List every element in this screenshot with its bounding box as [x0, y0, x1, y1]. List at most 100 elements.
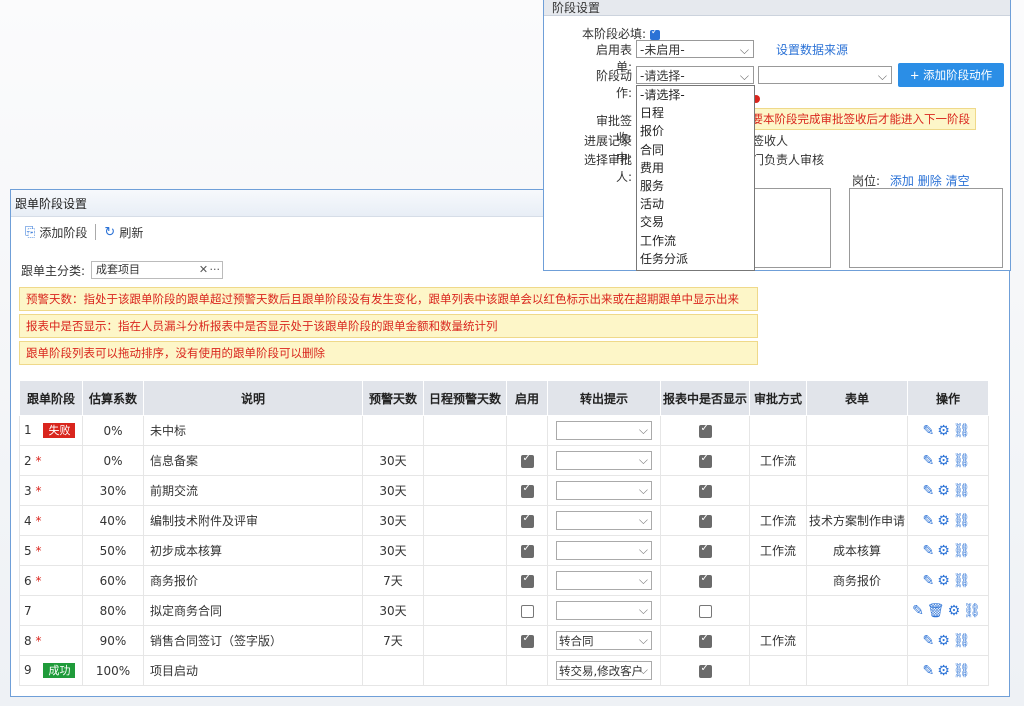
row-actions-icons[interactable]: ✎⚙⛓ — [922, 543, 973, 559]
enable-checkbox[interactable] — [520, 573, 534, 588]
enable-cell — [506, 595, 548, 626]
transfer-select[interactable]: ⌵ — [556, 571, 652, 590]
transfer-select[interactable]: ⌵ — [556, 451, 652, 470]
dropdown-option[interactable]: 任务分派 — [637, 250, 754, 268]
col-warn-days[interactable]: 预警天数 — [362, 380, 424, 416]
table-row[interactable]: 4 *40%编制技术附件及评审30天⌵工作流技术方案制作申请✎⚙⛓ — [19, 505, 989, 536]
table-row[interactable]: 5 *50%初步成本核算30天⌵工作流成本核算✎⚙⛓ — [19, 535, 989, 566]
enable-checkbox[interactable] — [520, 513, 534, 528]
add-action-button[interactable]: + 添加阶段动作 — [898, 63, 1004, 87]
transfer-select[interactable]: 转交易,修改客户 ⌵ — [556, 661, 652, 680]
approver-value: 门负责人审核 — [752, 153, 825, 167]
transfer-cell: 转合同 ⌵ — [547, 625, 661, 656]
table-row[interactable]: 3 *30%前期交流30天⌵✎⚙⛓ — [19, 475, 989, 506]
chevron-down-icon: ⌵ — [638, 453, 648, 467]
sched-days-cell — [423, 415, 507, 446]
post-row: 岗位: 添加 删除 清空 — [852, 172, 970, 189]
row-actions-icons[interactable]: ✎⚙⛓ — [922, 423, 973, 439]
table-row[interactable]: 1 失败0%未中标⌵✎⚙⛓ — [19, 415, 989, 446]
enable-checkbox[interactable] — [520, 453, 534, 468]
transfer-select[interactable]: ⌵ — [556, 541, 652, 560]
report-cell — [660, 505, 750, 536]
row-actions-icons[interactable]: ✎⚙⛓ — [922, 483, 973, 499]
dropdown-option[interactable]: 合同 — [637, 141, 754, 159]
action-select[interactable]: -请选择- ⌵ — [636, 66, 754, 84]
row-actions-icons[interactable]: ✎⚙⛓ — [922, 663, 973, 679]
stage-table: 跟单阶段 估算系数 说明 预警天数 日程预警天数 启用 转出提示 报表中是否显示… — [19, 380, 989, 686]
stage-cell: 5 * — [19, 535, 83, 566]
row-actions-icons[interactable]: ✎⚙⛓ — [922, 513, 973, 529]
note-warning-days: 预警天数：指处于该跟单阶段的跟单超过预警天数后且跟单阶段没有发生变化，跟单列表中… — [19, 287, 758, 311]
report-checkbox[interactable] — [698, 604, 712, 618]
action-row: 阶段动作: — [582, 67, 632, 101]
approver-list-box[interactable] — [754, 188, 831, 268]
col-sched-days[interactable]: 日程预警天数 — [423, 380, 507, 416]
transfer-select[interactable]: ⌵ — [556, 481, 652, 500]
post-delete-link[interactable]: 删除 — [918, 174, 942, 188]
enable-checkbox[interactable] — [520, 604, 534, 618]
row-actions-icons[interactable]: ✎⚙⛓ — [922, 633, 973, 649]
col-transfer[interactable]: 转出提示 — [547, 380, 661, 416]
table-row[interactable]: 7 80% 拟定商务合同 30天 ⌵ ✎🗑⚙⛓ — [19, 595, 989, 626]
post-clear-link[interactable]: 清空 — [946, 174, 970, 188]
dropdown-option[interactable]: 工作流 — [637, 232, 754, 250]
report-checkbox[interactable] — [698, 573, 712, 588]
enable-checkbox[interactable] — [520, 483, 534, 498]
report-checkbox[interactable] — [698, 483, 712, 498]
report-checkbox[interactable] — [698, 633, 712, 648]
required-checkbox[interactable] — [649, 27, 660, 40]
action-sub-select[interactable]: ⌵ — [758, 66, 892, 84]
dropdown-option[interactable]: 费用 — [637, 159, 754, 177]
dropdown-option[interactable]: 交易 — [637, 213, 754, 231]
dropdown-option[interactable]: 日程 — [637, 104, 754, 122]
coef-cell: 100% — [82, 655, 144, 686]
table-row[interactable]: 6 *60%商务报价7天⌵商务报价✎⚙⛓ — [19, 565, 989, 596]
post-add-link[interactable]: 添加 — [890, 174, 914, 188]
report-checkbox[interactable] — [698, 453, 712, 468]
transfer-select[interactable]: ⌵ — [556, 511, 652, 530]
row-actions-icons[interactable]: ✎⚙⛓ — [922, 453, 973, 469]
col-report[interactable]: 报表中是否显示 — [660, 380, 750, 416]
col-ops[interactable]: 操作 — [907, 380, 989, 416]
transfer-select[interactable]: ⌵ — [556, 421, 652, 440]
col-desc[interactable]: 说明 — [143, 380, 363, 416]
enable-checkbox[interactable] — [520, 543, 534, 558]
refresh-button[interactable]: ↻ 刷新 — [98, 224, 149, 241]
table-row[interactable]: 8 *90%销售合同签订（签字版）7天转合同⌵工作流✎⚙⛓ — [19, 625, 989, 656]
row-actions-icons[interactable]: ✎🗑⚙⛓ — [912, 603, 984, 619]
add-stage-button[interactable]: ⎘ 添加阶段 — [19, 224, 93, 241]
clear-icon[interactable]: ✕ — [199, 262, 208, 278]
transfer-select[interactable]: ⌵ — [556, 601, 652, 620]
ops-cell: ✎⚙⛓ — [907, 655, 989, 686]
report-checkbox[interactable] — [698, 663, 712, 678]
dropdown-option[interactable]: 服务 — [637, 177, 754, 195]
desc-cell: 编制技术附件及评审 — [143, 505, 363, 536]
dropdown-option[interactable]: -请选择- — [637, 86, 754, 104]
transfer-select[interactable]: 转合同 ⌵ — [556, 631, 652, 650]
col-enable[interactable]: 启用 — [506, 380, 548, 416]
report-checkbox[interactable] — [698, 423, 712, 438]
table-row[interactable]: 9 成功100%项目启动转交易,修改客户⌵✎⚙⛓ — [19, 655, 989, 686]
enable-cell — [506, 475, 548, 506]
more-icon[interactable]: ··· — [210, 262, 221, 278]
category-input[interactable]: 成套项目 ✕ ··· — [91, 261, 224, 279]
ops-cell: ✎⚙⛓ — [907, 565, 989, 596]
row-actions-icons[interactable]: ✎⚙⛓ — [922, 573, 973, 589]
dropdown-option[interactable]: 报价 — [637, 122, 754, 140]
enable-checkbox[interactable] — [520, 633, 534, 648]
form-select[interactable]: -未启用- ⌵ — [636, 40, 754, 58]
col-coef[interactable]: 估算系数 — [82, 380, 144, 416]
table-row[interactable]: 2 *0%信息备案30天⌵工作流✎⚙⛓ — [19, 445, 989, 476]
report-checkbox[interactable] — [698, 543, 712, 558]
sched-days-cell — [423, 595, 507, 626]
datasource-link[interactable]: 设置数据来源 — [776, 41, 848, 58]
form-cell: 技术方案制作申请 — [806, 505, 908, 536]
post-list-box[interactable] — [849, 188, 1003, 268]
col-stage[interactable]: 跟单阶段 — [19, 380, 83, 416]
dropdown-option[interactable]: 活动 — [637, 195, 754, 213]
enable-cell — [506, 535, 548, 566]
col-approve[interactable]: 审批方式 — [749, 380, 807, 416]
report-checkbox[interactable] — [698, 513, 712, 528]
col-form[interactable]: 表单 — [806, 380, 908, 416]
transfer-cell: ⌵ — [547, 415, 661, 446]
